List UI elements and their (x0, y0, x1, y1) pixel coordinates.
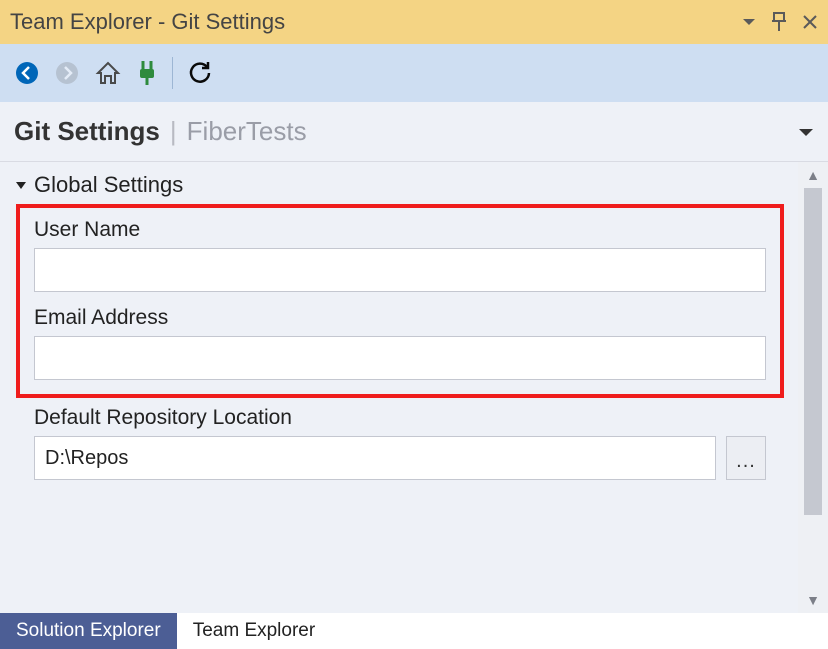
tab-team-explorer[interactable]: Team Explorer (177, 613, 332, 649)
highlighted-fields: User Name Email Address (16, 204, 784, 398)
repo-input-row: ... (34, 436, 766, 480)
content-area: Global Settings User Name Email Address … (0, 162, 828, 613)
repo-location-group: Default Repository Location ... (16, 406, 784, 480)
window-controls (742, 12, 818, 32)
pin-icon[interactable] (770, 12, 788, 32)
username-input[interactable] (34, 248, 766, 292)
email-field-row: Email Address (34, 306, 766, 380)
page-subheader: Git Settings | FiberTests (0, 102, 828, 162)
scroll-thumb[interactable] (804, 188, 822, 515)
repo-location-label: Default Repository Location (34, 406, 766, 430)
vertical-scrollbar[interactable]: ▲ ▼ (798, 162, 828, 613)
toolbar (0, 44, 828, 102)
tab-solution-explorer[interactable]: Solution Explorer (0, 613, 177, 649)
username-label: User Name (34, 218, 766, 242)
page-title: Git Settings (14, 116, 160, 147)
scroll-down-icon[interactable]: ▼ (806, 589, 820, 611)
scroll-track[interactable] (804, 188, 822, 587)
forward-icon (54, 60, 80, 86)
global-settings-body: User Name Email Address Default Reposito… (14, 204, 784, 480)
breadcrumb-separator: | (170, 116, 177, 147)
email-label: Email Address (34, 306, 766, 330)
username-field-row: User Name (34, 218, 766, 292)
project-name: FiberTests (187, 116, 307, 147)
dropdown-icon[interactable] (742, 15, 756, 29)
global-settings-header[interactable]: Global Settings (14, 172, 784, 198)
repo-location-input[interactable] (34, 436, 716, 480)
refresh-icon[interactable] (187, 60, 213, 86)
bottom-tab-bar: Solution Explorer Team Explorer (0, 613, 828, 649)
collapse-icon (14, 178, 28, 192)
browse-button[interactable]: ... (726, 436, 766, 480)
breadcrumb: Git Settings | FiberTests (14, 116, 307, 147)
home-icon[interactable] (94, 59, 122, 87)
settings-panel: Global Settings User Name Email Address … (0, 162, 798, 613)
plug-icon[interactable] (136, 59, 158, 87)
scroll-up-icon[interactable]: ▲ (806, 164, 820, 186)
global-settings-heading: Global Settings (34, 172, 183, 198)
menu-dropdown-icon[interactable] (798, 125, 814, 139)
window-titlebar: Team Explorer - Git Settings (0, 0, 828, 44)
window-title: Team Explorer - Git Settings (10, 9, 285, 35)
back-icon[interactable] (14, 60, 40, 86)
close-icon[interactable] (802, 14, 818, 30)
toolbar-separator (172, 57, 173, 89)
email-input[interactable] (34, 336, 766, 380)
